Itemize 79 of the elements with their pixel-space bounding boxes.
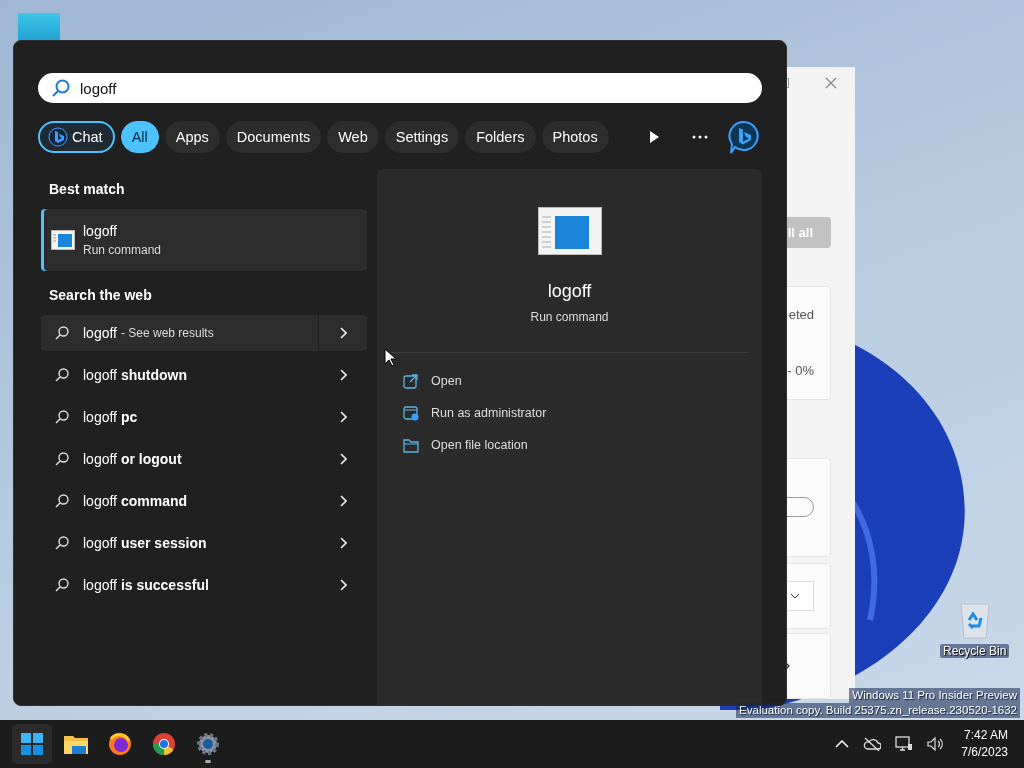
bing-button[interactable] — [726, 121, 762, 153]
chevron-right-icon — [339, 537, 347, 549]
chevron-right-icon — [339, 369, 347, 381]
chevron-down-icon — [790, 593, 800, 600]
web-result[interactable]: logoff shutdown — [41, 357, 367, 393]
section-heading: Best match — [48, 180, 126, 199]
result-text: logoff pc — [83, 409, 138, 425]
filter-tab[interactable]: Apps — [164, 121, 220, 153]
chevron-right-icon — [339, 495, 347, 507]
filter-tab[interactable]: Photos — [541, 121, 609, 153]
result-text: logoff command — [83, 493, 187, 509]
chevron-right-icon — [339, 453, 347, 465]
search-icon — [55, 452, 69, 466]
section-heading: Search the web — [48, 286, 153, 305]
search-icon — [55, 326, 69, 340]
web-result[interactable]: logoff is successful — [41, 567, 367, 603]
folder-icon — [403, 437, 419, 453]
web-result[interactable]: logoff - See web results — [41, 315, 367, 351]
action-item[interactable]: Open file location — [391, 429, 748, 461]
chevron-up-icon — [835, 740, 850, 748]
filter-tab[interactable]: Folders — [465, 121, 536, 153]
watermark-text: Windows 11 Pro Insider Preview — [849, 688, 1020, 703]
clock-time: 7:42 AM — [962, 727, 1008, 744]
clock-date: 7/6/2023 — [961, 744, 1008, 761]
result-hint: - See web results — [121, 326, 214, 340]
app-type: Run command — [83, 243, 162, 257]
search-icon — [55, 368, 69, 382]
search-icon — [55, 536, 69, 550]
chevron-right-icon — [339, 327, 347, 339]
filter-tab[interactable]: All — [120, 121, 159, 153]
card-text: eted — [788, 307, 814, 323]
bing-chat-icon — [728, 120, 760, 154]
cloud-off-icon — [863, 737, 882, 751]
cursor-icon — [384, 348, 396, 367]
search-icon — [55, 578, 69, 592]
more-icon — [692, 135, 708, 139]
chat-button[interactable]: Chat — [38, 121, 115, 153]
filter-tab[interactable]: Settings — [384, 121, 460, 153]
window-icon — [51, 230, 75, 250]
search-field[interactable]: logoff — [38, 73, 762, 103]
result-text: logoff or logout — [83, 451, 182, 467]
bing-chat-icon — [48, 127, 68, 147]
play-icon — [649, 131, 659, 143]
desktop-icon[interactable] — [18, 13, 60, 43]
watermark-text: Evaluation copy. Build 25375.zn_release.230520-1632 — [736, 703, 1020, 718]
gear-icon — [195, 731, 221, 757]
action-item[interactable]: Run as administrator — [391, 397, 748, 429]
app-name: logoff — [83, 223, 118, 239]
chevron-right-icon — [339, 411, 347, 423]
web-result[interactable]: logoff pc — [41, 399, 367, 435]
web-result[interactable]: logoff or logout — [41, 441, 367, 477]
browser-icon — [151, 731, 177, 757]
result-text: logoff is successful — [83, 577, 209, 593]
web-result[interactable]: logoff command — [41, 483, 367, 519]
search-icon — [55, 494, 69, 508]
shield-window-icon — [403, 405, 419, 421]
app-name: logoff — [547, 281, 592, 302]
chevron-right-icon — [339, 579, 347, 591]
best-match-item[interactable]: logoff Run command — [41, 209, 367, 271]
filter-tab[interactable]: Documents — [225, 121, 322, 153]
card-text: - 0% — [787, 363, 814, 379]
web-result[interactable]: logoff user session — [41, 525, 367, 561]
network-icon — [895, 736, 914, 752]
open-icon — [403, 373, 419, 389]
browser-icon — [107, 731, 133, 757]
filter-tab[interactable]: Web — [327, 121, 379, 153]
start-icon — [19, 731, 45, 757]
search-icon — [55, 410, 69, 424]
action-item[interactable]: Open — [391, 365, 748, 397]
desktop-icon-label[interactable]: Recycle Bin — [940, 644, 1010, 658]
result-text: logoff shutdown — [83, 367, 187, 383]
window-icon — [537, 207, 602, 255]
close-icon — [825, 76, 837, 89]
taskbar-app-button[interactable] — [12, 724, 52, 764]
volume-icon — [927, 737, 944, 751]
result-text: logoff user session — [83, 535, 207, 551]
clock-button[interactable]: 7:42 AM 7/6/2023 — [957, 727, 1012, 761]
app-type: Run command — [530, 310, 609, 324]
result-text: logoff — [83, 325, 117, 341]
